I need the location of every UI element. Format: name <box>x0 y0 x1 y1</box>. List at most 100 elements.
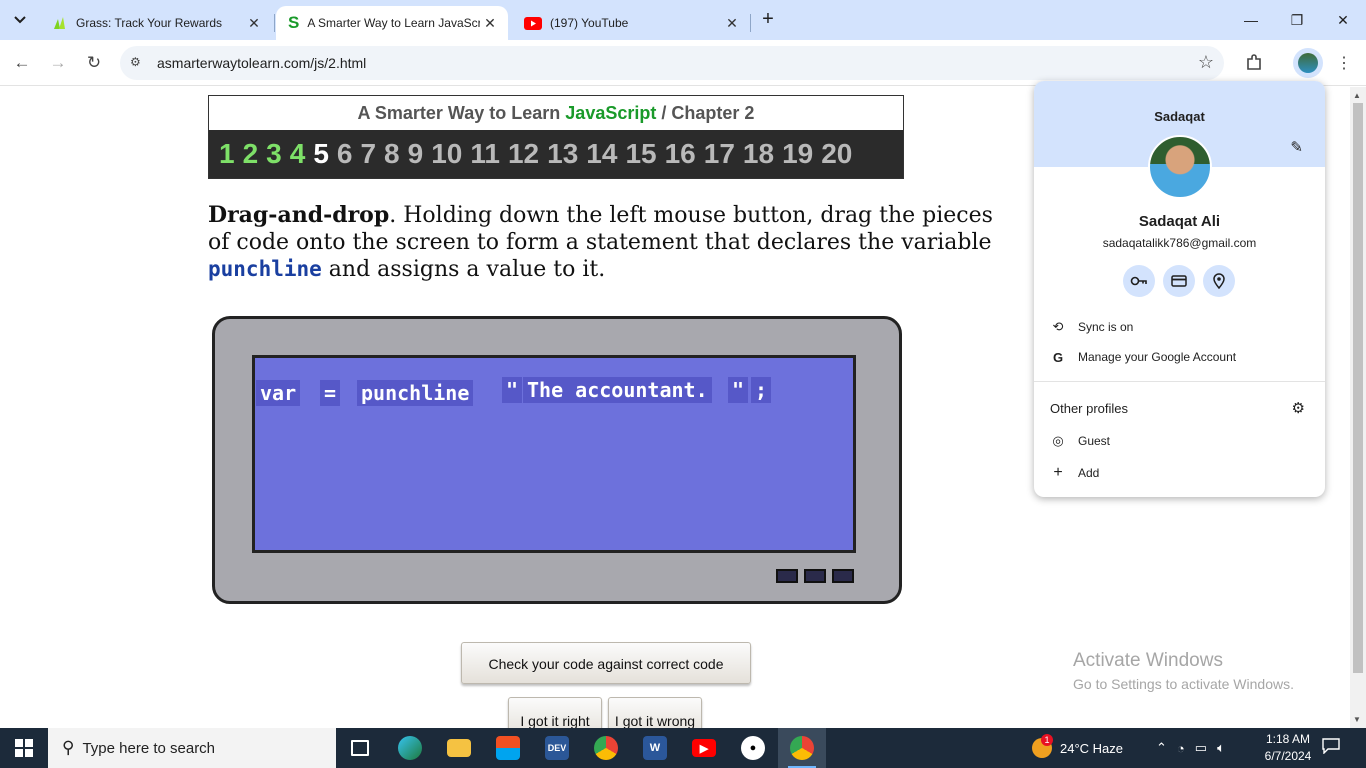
exercise-link-6[interactable]: 6 <box>337 138 353 170</box>
sync-status-row[interactable]: ⟲ Sync is on <box>1034 313 1325 341</box>
scroll-up-arrow-icon[interactable]: ▲ <box>1353 91 1361 100</box>
github-icon[interactable]: ● <box>729 728 777 768</box>
guest-profile-row[interactable]: ◎ Guest <box>1034 427 1325 455</box>
activate-windows-watermark: Activate Windows Go to Settings to activ… <box>1073 650 1294 692</box>
title-chapter: Chapter 2 <box>671 103 755 123</box>
tab-search-button[interactable] <box>6 6 34 34</box>
manage-account-label: Manage your Google Account <box>1078 350 1237 364</box>
got-it-right-button[interactable]: I got it right <box>508 697 602 728</box>
bookmark-star-icon[interactable]: ☆ <box>1198 52 1214 73</box>
code-piece-equals[interactable]: = <box>320 380 341 406</box>
check-code-button[interactable]: Check your code against correct code <box>461 642 751 684</box>
dev-app-icon[interactable]: DEV <box>533 728 581 768</box>
close-tab-icon[interactable]: ✕ <box>244 13 264 33</box>
youtube-app-icon[interactable]: ▶ <box>680 728 728 768</box>
profile-email: sadaqatalikk786@gmail.com <box>1102 236 1257 250</box>
close-tab-icon[interactable]: ✕ <box>722 13 742 33</box>
tab-separator <box>750 14 751 32</box>
profile-button[interactable] <box>1293 48 1323 78</box>
chrome-active-icon[interactable] <box>778 728 826 768</box>
grass-favicon-icon <box>54 17 65 29</box>
exercise-link-10[interactable]: 10 <box>431 138 462 170</box>
notifications-icon[interactable] <box>1322 738 1344 758</box>
close-tab-icon[interactable]: ✕ <box>480 13 500 33</box>
exercise-link-5[interactable]: 5 <box>313 138 329 170</box>
tab-youtube[interactable]: (197) YouTube ✕ <box>512 6 750 40</box>
code-piece-var[interactable]: var <box>256 380 301 406</box>
code-piece-semicolon[interactable]: ; <box>751 377 772 403</box>
scroll-down-arrow-icon[interactable]: ▼ <box>1353 715 1361 724</box>
passwords-key-icon[interactable] <box>1123 265 1155 297</box>
battery-icon[interactable]: ▭ <box>1195 740 1207 756</box>
menu-divider <box>1034 381 1325 382</box>
tab-title: (197) YouTube <box>550 16 629 30</box>
url-text[interactable]: asmarterwaytolearn.com/js/2.html <box>157 55 366 71</box>
exercise-link-3[interactable]: 3 <box>266 138 282 170</box>
exercise-link-20[interactable]: 20 <box>821 138 852 170</box>
chrome-icon[interactable] <box>582 728 630 768</box>
exercise-link-9[interactable]: 9 <box>408 138 424 170</box>
exercise-link-18[interactable]: 18 <box>743 138 774 170</box>
new-tab-button[interactable]: + <box>757 9 779 31</box>
add-profile-row[interactable]: + Add <box>1034 459 1325 487</box>
got-it-wrong-button[interactable]: I got it wrong <box>608 697 702 728</box>
taskbar-search-box[interactable]: ⚲ Type here to search <box>48 728 336 768</box>
tray-chevron-up-icon[interactable]: ⌃ <box>1156 740 1167 756</box>
back-button[interactable]: ← <box>8 49 36 77</box>
exercise-link-14[interactable]: 14 <box>586 138 617 170</box>
tab-title: Grass: Track Your Rewards <box>76 16 223 30</box>
extensions-icon[interactable] <box>1240 49 1268 77</box>
payment-card-icon[interactable] <box>1163 265 1195 297</box>
instruction-text: Drag-and-drop. Holding down the left mou… <box>208 202 1008 283</box>
tab-title: A Smarter Way to Learn JavaScript <box>307 16 480 30</box>
exercise-link-12[interactable]: 12 <box>508 138 539 170</box>
exercise-link-1[interactable]: 1 <box>219 138 235 170</box>
code-piece-punchline[interactable]: punchline <box>357 380 474 406</box>
start-button[interactable] <box>0 728 48 768</box>
taskbar-clock[interactable]: 1:18 AM 6/7/2024 <box>1256 731 1320 765</box>
exercise-link-4[interactable]: 4 <box>290 138 306 170</box>
code-piece-close-quote[interactable]: " <box>728 377 749 403</box>
code-piece-string[interactable]: The accountant. <box>523 377 712 403</box>
forward-button[interactable]: → <box>44 49 72 77</box>
site-info-icon[interactable]: ⚙ <box>130 55 146 71</box>
reload-button[interactable]: ↻ <box>80 49 108 77</box>
exercise-link-11[interactable]: 11 <box>470 138 500 170</box>
exercise-link-7[interactable]: 7 <box>360 138 376 170</box>
edit-pencil-icon[interactable]: ✎ <box>1290 138 1303 156</box>
volume-icon[interactable]: 🔈︎ <box>1217 740 1225 756</box>
address-bar[interactable]: ⚙ asmarterwaytolearn.com/js/2.html ☆ <box>120 46 1224 80</box>
manage-account-row[interactable]: G Manage your Google Account <box>1034 343 1325 371</box>
weather-widget[interactable]: 1 24°C Haze <box>1032 728 1123 768</box>
profile-full-name: Sadaqat Ali <box>1138 213 1221 230</box>
manage-profiles-gear-icon[interactable]: ⚙ <box>1292 399 1305 417</box>
browser-menu-icon[interactable]: ⋮ <box>1330 49 1358 77</box>
weather-sun-icon: 1 <box>1032 734 1053 758</box>
minimize-button[interactable]: — <box>1228 6 1274 34</box>
page-scrollbar[interactable]: ▲ ▼ <box>1350 87 1366 728</box>
tab-javascript[interactable]: S A Smarter Way to Learn JavaScript ✕ <box>276 6 508 40</box>
edge-icon[interactable] <box>386 728 434 768</box>
restore-button[interactable]: ❐ <box>1274 6 1320 34</box>
close-window-button[interactable]: ✕ <box>1320 6 1366 34</box>
exercise-link-8[interactable]: 8 <box>384 138 400 170</box>
activate-title: Activate Windows <box>1073 650 1223 671</box>
exercise-link-2[interactable]: 2 <box>243 138 259 170</box>
page-title: A Smarter Way to Learn JavaScript / Chap… <box>209 96 903 130</box>
exercise-link-19[interactable]: 19 <box>782 138 813 170</box>
addresses-pin-icon[interactable] <box>1203 265 1235 297</box>
search-icon: ⚲ <box>62 738 75 757</box>
microsoft-store-icon[interactable] <box>484 728 532 768</box>
word-icon[interactable]: W <box>631 728 679 768</box>
exercise-link-17[interactable]: 17 <box>704 138 735 170</box>
exercise-link-16[interactable]: 16 <box>665 138 696 170</box>
code-piece-open-quote[interactable]: " <box>502 377 523 403</box>
instruction-bold: Drag-and-drop <box>208 202 390 228</box>
task-view-icon[interactable] <box>336 728 384 768</box>
exercise-link-15[interactable]: 15 <box>625 138 656 170</box>
scroll-thumb[interactable] <box>1353 103 1363 673</box>
network-icon[interactable]: ◔ <box>1177 741 1185 756</box>
exercise-link-13[interactable]: 13 <box>547 138 578 170</box>
file-explorer-icon[interactable] <box>435 728 483 768</box>
tab-grass[interactable]: Grass: Track Your Rewards ✕ <box>40 6 272 40</box>
